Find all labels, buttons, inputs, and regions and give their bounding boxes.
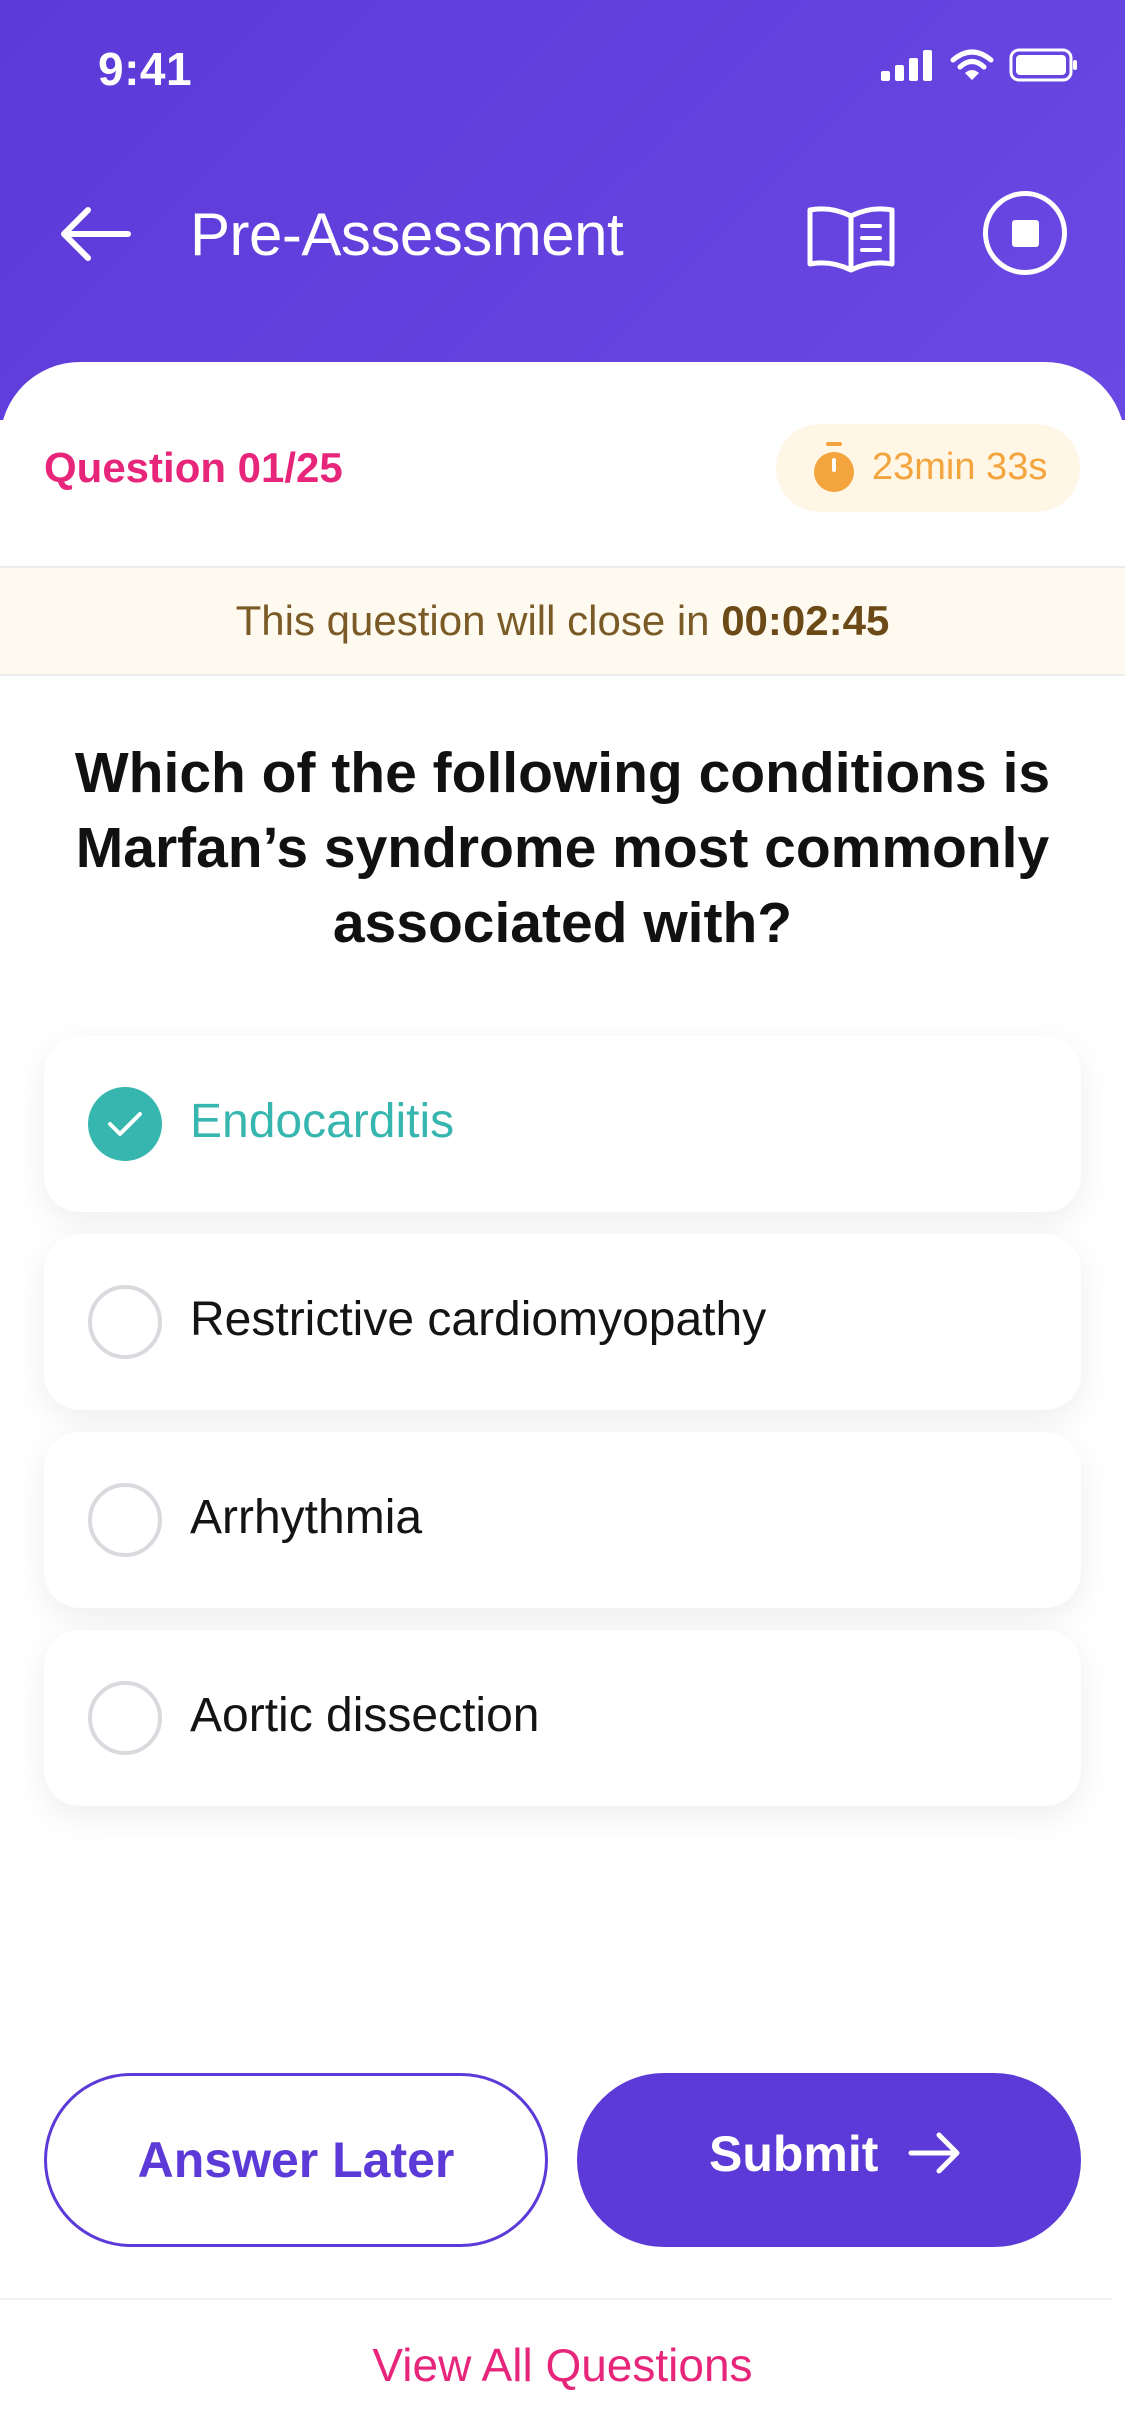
study-material-button[interactable] [806,202,896,274]
page-title: Pre-Assessment [190,201,624,268]
option-label: Arrhythmia [190,1491,423,1544]
answer-later-button[interactable]: Answer Later [44,2073,548,2247]
total-timer-badge: 23min 33s [776,424,1080,512]
status-icons [881,48,1079,82]
radio-unchecked[interactable] [88,1483,162,1557]
footer-bar: View All Questions [0,2298,1112,2436]
radio-unchecked[interactable] [88,1681,162,1755]
option-label: Aortic dissection [190,1689,540,1742]
status-bar: 9:41 [0,0,1125,132]
arrow-left-icon [61,207,131,261]
stop-button[interactable] [983,191,1067,275]
option-restrictive-cardiomyopathy[interactable]: Restrictive cardiomyopathy [44,1234,1081,1410]
back-button[interactable] [58,204,132,264]
question-text: Which of the following conditions is Mar… [74,741,1051,955]
nav-bar: Pre-Assessment [0,190,1125,280]
close-banner-text: This question will close in [235,597,722,644]
signal-icon [881,50,932,81]
arrow-right-icon [908,2132,960,2174]
option-arrhythmia[interactable]: Arrhythmia [44,1432,1081,1608]
book-icon [807,206,895,273]
close-banner-time: 00:02:45 [721,597,890,644]
question-counter: Question 01/25 [44,444,343,491]
radio-checked[interactable] [88,1087,162,1161]
submit-button[interactable]: Submit [577,2073,1081,2247]
header-bar: 9:41 Pre-Assessment [0,0,1125,420]
check-icon [108,1112,142,1136]
stop-icon [1012,220,1039,247]
radio-unchecked[interactable] [88,1285,162,1359]
total-timer-text: 23min 33s [872,446,1048,488]
option-label: Endocarditis [190,1095,455,1148]
option-aortic-dissection[interactable]: Aortic dissection [44,1630,1081,1806]
option-endocarditis[interactable]: Endocarditis [44,1036,1081,1212]
status-time: 9:41 [98,43,193,95]
view-all-questions-link[interactable]: View All Questions [0,2338,1125,2392]
submit-label: Submit [709,2126,879,2182]
battery-icon [1009,48,1077,82]
question-close-banner: This question will close in 00:02:45 [0,566,1125,676]
option-label: Restrictive cardiomyopathy [190,1293,767,1346]
stopwatch-icon [814,442,854,492]
wifi-icon [950,49,994,80]
